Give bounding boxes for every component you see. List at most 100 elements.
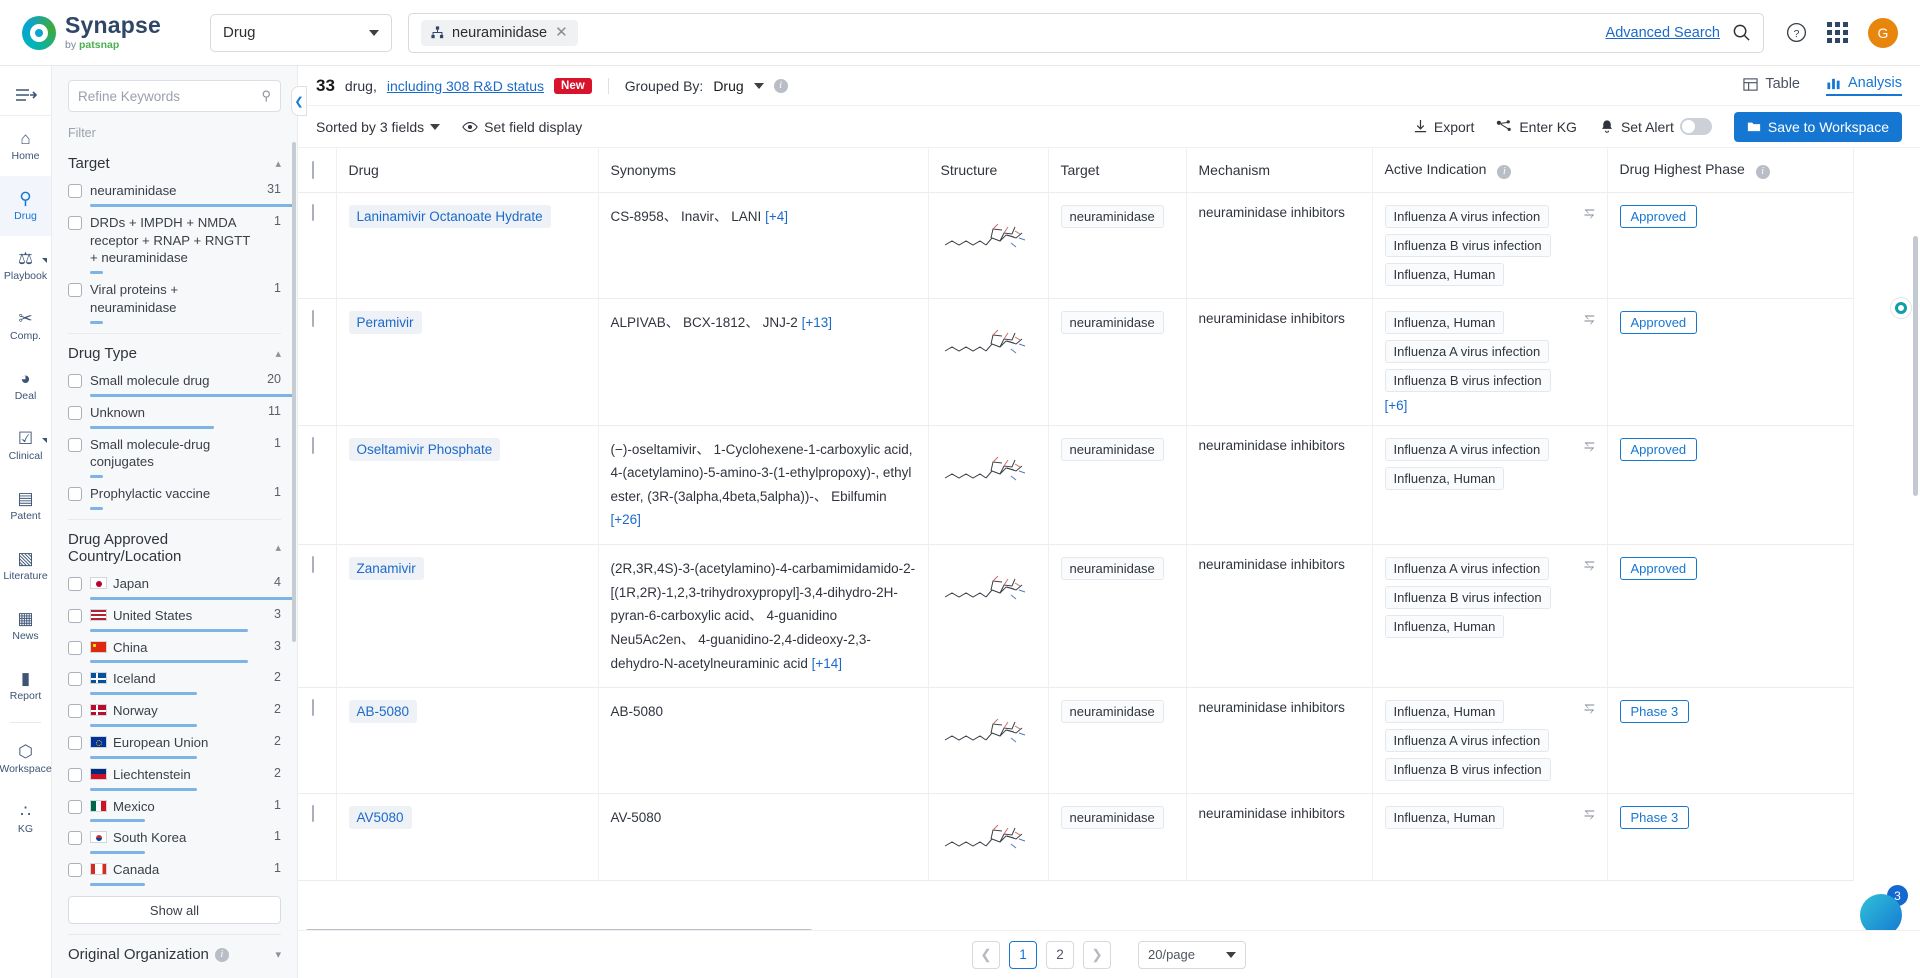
rail-item-clinical[interactable]: ☑ Clinical — [0, 416, 51, 476]
rail-item-deal[interactable]: ◕ Deal — [0, 356, 51, 416]
table-row[interactable]: Zanamivir (2R,3R,4S)-3-(acetylamino)-4-c… — [298, 544, 1854, 689]
expand-icon[interactable]: ⥧ — [1584, 806, 1594, 822]
export-button[interactable]: Export — [1413, 119, 1474, 135]
app-logo[interactable]: Synapse by patsnap — [22, 14, 192, 51]
chevron-up-icon[interactable]: ▴ — [275, 157, 281, 170]
checkbox[interactable] — [68, 373, 82, 388]
advanced-search-link[interactable]: Advanced Search — [1606, 25, 1720, 41]
prev-page-button[interactable]: ❮ — [972, 940, 1000, 969]
set-field-display-button[interactable]: Set field display — [462, 119, 582, 135]
rd-status-link[interactable]: including 308 R&D status — [387, 78, 544, 94]
chevron-up-icon[interactable]: ▴ — [275, 541, 281, 554]
checkbox[interactable] — [68, 215, 82, 230]
checkbox[interactable] — [68, 767, 82, 782]
row-checkbox[interactable] — [312, 436, 314, 454]
tab-analysis[interactable]: Analysis — [1826, 75, 1902, 96]
rail-item-comp[interactable]: ✂ Comp. — [0, 296, 51, 356]
checkbox[interactable] — [68, 487, 82, 502]
synonyms-more-link[interactable]: [+4] — [765, 209, 788, 224]
filter-option[interactable]: Japan 4 — [68, 571, 295, 600]
checkbox[interactable] — [68, 283, 82, 298]
enter-kg-button[interactable]: Enter KG — [1496, 119, 1577, 135]
select-all-checkbox[interactable] — [312, 160, 314, 179]
checkbox[interactable] — [68, 184, 82, 198]
rail-item-drug[interactable]: ⚲ Drug — [0, 176, 51, 236]
info-icon[interactable]: i — [773, 78, 788, 93]
search-icon[interactable] — [1732, 23, 1751, 42]
indication-more-link[interactable]: [+6] — [1385, 398, 1408, 413]
checkbox[interactable] — [68, 405, 82, 420]
row-checkbox[interactable] — [312, 699, 314, 717]
synonyms-more-link[interactable]: [+13] — [802, 315, 832, 330]
collapse-filters-handle[interactable]: ❮ — [291, 86, 307, 116]
rail-item-report[interactable]: ▮ Report — [0, 656, 51, 716]
column-header-mechanism[interactable]: Mechanism — [1186, 148, 1373, 193]
table-row[interactable]: Laninamivir Octanoate Hydrate CS-8958、 I… — [298, 192, 1854, 299]
column-header-target[interactable]: Target — [1048, 148, 1187, 193]
grouped-by-value[interactable]: Drug — [713, 78, 743, 94]
collapse-sidebar-icon[interactable] — [0, 74, 51, 116]
expand-icon[interactable]: ⥧ — [1584, 557, 1594, 573]
rail-item-news[interactable]: ▦ News — [0, 596, 51, 656]
row-checkbox[interactable] — [312, 556, 314, 573]
refine-keywords-input[interactable]: Refine Keywords ⚲ — [68, 80, 281, 112]
column-header-active-indication[interactable]: Active Indication i — [1372, 148, 1608, 193]
checkbox[interactable] — [68, 608, 82, 623]
checkbox[interactable] — [68, 736, 82, 750]
search-bar[interactable]: neuraminidase ✕ Advanced Search — [408, 12, 1764, 53]
table-row[interactable]: Peramivir ALPIVAB、 BCX-1812、 JNJ-2 [+13]… — [298, 298, 1854, 426]
filter-group-original-organization[interactable]: Original Organization i ▾ — [52, 934, 297, 969]
filter-group-header[interactable]: Drug Type ▴ — [68, 336, 281, 368]
results-table-container[interactable]: Drug Synonyms Structure Target Mechanism… — [298, 148, 1920, 920]
rail-item-literature[interactable]: ▧ Literature — [0, 536, 51, 596]
filter-option[interactable]: China 3 — [68, 635, 281, 664]
entity-type-select[interactable]: Drug — [210, 13, 392, 52]
checkbox[interactable] — [68, 672, 82, 687]
page-button-2[interactable]: 2 — [1046, 940, 1074, 969]
column-header-synonyms[interactable]: Synonyms — [598, 148, 929, 193]
filter-group-header[interactable]: Drug Approved Country/Location ▴ — [68, 522, 281, 571]
rail-item-workspace[interactable]: ⬡ Workspace — [0, 729, 52, 789]
table-row[interactable]: AB-5080 AB-5080 neuraminidase neuraminid… — [298, 687, 1854, 795]
chevron-down-icon[interactable] — [753, 82, 764, 89]
row-checkbox[interactable] — [312, 805, 314, 823]
checkbox[interactable] — [68, 831, 82, 846]
drug-name-link[interactable]: Zanamivir — [348, 557, 424, 580]
drug-name-link[interactable]: AV5080 — [348, 806, 412, 830]
table-vertical-scrollbar[interactable] — [1913, 236, 1918, 496]
page-button-1[interactable]: 1 — [1009, 940, 1037, 969]
close-icon[interactable]: ✕ — [555, 25, 568, 40]
expand-icon[interactable]: ⥧ — [1584, 438, 1594, 454]
info-icon[interactable]: i — [214, 947, 229, 962]
set-alert-toggle[interactable] — [1679, 118, 1712, 135]
per-page-select[interactable]: 20/page — [1138, 940, 1246, 969]
save-to-workspace-button[interactable]: Save to Workspace — [1733, 111, 1902, 142]
info-icon[interactable]: i — [1755, 164, 1770, 179]
expand-icon[interactable]: ⥧ — [1584, 311, 1594, 327]
row-checkbox[interactable] — [312, 309, 314, 327]
set-alert-control[interactable]: Set Alert — [1599, 118, 1712, 135]
sort-fields-button[interactable]: Sorted by 3 fields — [316, 119, 441, 135]
feedback-icon[interactable] — [1890, 297, 1912, 319]
checkbox[interactable] — [68, 576, 82, 591]
search-chip[interactable]: neuraminidase ✕ — [421, 19, 578, 46]
filter-option[interactable]: Canada 1 — [68, 857, 281, 887]
filter-option[interactable]: Norway 2 — [68, 698, 281, 727]
table-row[interactable]: Oseltamivir Phosphate (−)-oseltamivir、 1… — [298, 425, 1854, 545]
filter-option[interactable]: South Korea 1 — [68, 825, 281, 855]
next-page-button[interactable]: ❯ — [1083, 940, 1111, 969]
filter-group-header[interactable]: Target ▴ — [68, 146, 281, 178]
filter-option[interactable]: Iceland 2 — [68, 666, 281, 696]
show-all-button[interactable]: Show all — [68, 896, 281, 925]
rail-item-playbook[interactable]: ⚖ Playbook — [0, 236, 51, 296]
checkbox[interactable] — [68, 863, 82, 878]
question-circle-icon[interactable]: ? — [1786, 22, 1807, 43]
rail-item-home[interactable]: ⌂ Home — [0, 116, 51, 176]
column-header-structure[interactable]: Structure — [928, 148, 1049, 193]
drug-name-link[interactable]: AB-5080 — [348, 700, 418, 724]
table-row[interactable]: AV5080 AV-5080 neuraminidase neuraminida… — [298, 793, 1854, 882]
grid-apps-icon[interactable] — [1827, 22, 1848, 43]
info-icon[interactable]: i — [1497, 164, 1512, 179]
column-header-drug-highest-phase[interactable]: Drug Highest Phase i — [1607, 148, 1854, 193]
filter-option[interactable]: Liechtenstein 2 — [68, 762, 281, 791]
